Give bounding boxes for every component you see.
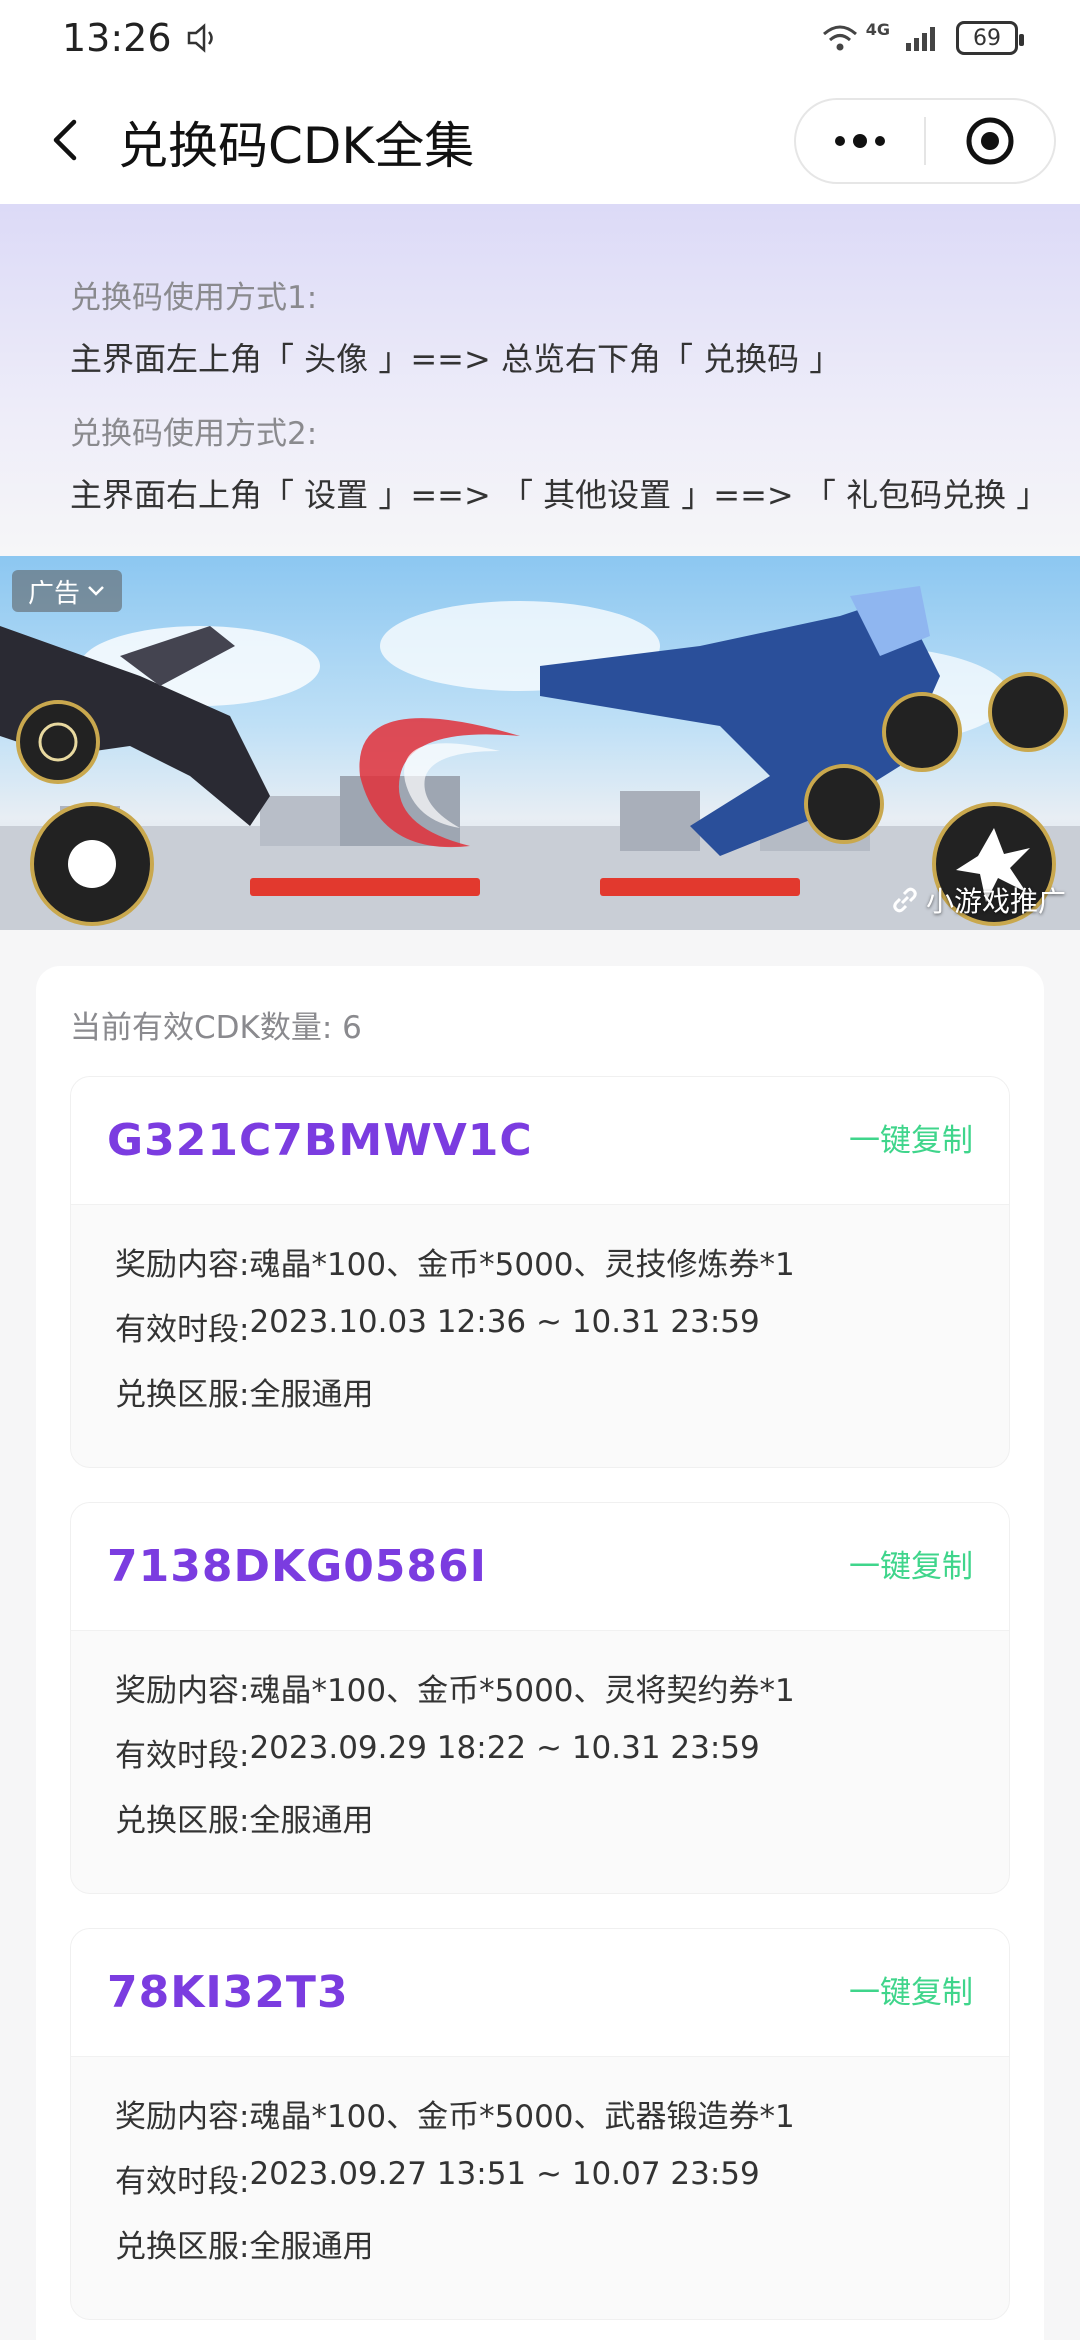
period-row: 有效时段: 2023.09.29 18:22 ~ 10.31 23:59 bbox=[115, 1730, 1009, 1774]
speaker-icon bbox=[187, 23, 213, 53]
status-time: 13:26 bbox=[62, 16, 172, 60]
network-type: 4G bbox=[865, 19, 890, 39]
copy-button[interactable]: 一键复制 bbox=[849, 1115, 973, 1160]
reward-row: 奖励内容: 魂晶*100、金币*5000、武器锻造券*1 bbox=[115, 2091, 1009, 2135]
method2-text: 主界面右上角「 设置 」==> 「 其他设置 」==> 「 礼包码兑换 」 bbox=[70, 476, 1049, 514]
period-key: 有效时段: bbox=[115, 1738, 250, 1774]
server-row: 兑换区服: 全服通用 bbox=[115, 1795, 1009, 1839]
copy-button[interactable]: 一键复制 bbox=[849, 1541, 973, 1586]
cdk-item-body: 奖励内容: 魂晶*100、金币*5000、灵将契约券*1 有效时段: 2023.… bbox=[71, 1631, 1009, 1839]
server-value: 全服通用 bbox=[249, 1803, 374, 1839]
game-ad-image bbox=[0, 586, 1080, 930]
copy-button[interactable]: 一键复制 bbox=[849, 1967, 973, 2012]
ad-tag-label: 广告 bbox=[28, 578, 81, 609]
nav-bar: 兑换码CDK全集 bbox=[0, 76, 1080, 204]
cdk-item-body: 奖励内容: 魂晶*100、金币*5000、武器锻造券*1 有效时段: 2023.… bbox=[71, 2057, 1009, 2265]
chevron-down-icon bbox=[88, 586, 104, 596]
period-key: 有效时段: bbox=[115, 1312, 250, 1348]
server-value: 全服通用 bbox=[249, 1377, 374, 1413]
method1-text: 主界面左上角「 头像 」==> 总览右下角「 兑换码 」 bbox=[70, 340, 842, 378]
server-key: 兑换区服: bbox=[115, 1803, 250, 1839]
ad-tag[interactable]: 广告 bbox=[12, 570, 123, 612]
period-value: 2023.10.03 12:36 ~ 10.31 23:59 bbox=[249, 1304, 760, 1340]
reward-row: 奖励内容: 魂晶*100、金币*5000、灵将契约券*1 bbox=[115, 1665, 1009, 1709]
server-key: 兑换区服: bbox=[115, 1377, 250, 1413]
cdk-item-header: G321C7BMWV1C 一键复制 bbox=[71, 1077, 1009, 1205]
cdk-item-header: 78KI32T3 一键复制 bbox=[71, 1929, 1009, 2057]
page-title: 兑换码CDK全集 bbox=[118, 117, 475, 175]
ad-promo-label: 小游戏推广 bbox=[925, 885, 1066, 918]
ad-banner[interactable]: 广告 小游戏推广 bbox=[0, 556, 1080, 930]
method1-label: 兑换码使用方式1: bbox=[70, 280, 318, 316]
back-button[interactable] bbox=[40, 110, 100, 170]
period-row: 有效时段: 2023.10.03 12:36 ~ 10.31 23:59 bbox=[115, 1304, 1009, 1348]
server-row: 兑换区服: 全服通用 bbox=[115, 1369, 1009, 1413]
period-row: 有效时段: 2023.09.27 13:51 ~ 10.07 23:59 bbox=[115, 2156, 1009, 2200]
cdk-count: 当前有效CDK数量: 6 bbox=[70, 1010, 362, 1046]
reward-key: 奖励内容: bbox=[115, 2099, 250, 2135]
ad-promo: 小游戏推广 bbox=[890, 880, 1066, 920]
reward-value: 魂晶*100、金币*5000、灵技修炼券*1 bbox=[249, 1247, 795, 1283]
period-key: 有效时段: bbox=[115, 2164, 250, 2200]
more-button[interactable] bbox=[796, 100, 924, 182]
reward-value: 魂晶*100、金币*5000、武器锻造券*1 bbox=[249, 2099, 795, 2135]
period-value: 2023.09.27 13:51 ~ 10.07 23:59 bbox=[249, 2156, 760, 2192]
more-dots-icon bbox=[835, 134, 885, 148]
server-key: 兑换区服: bbox=[115, 2229, 250, 2265]
reward-value: 魂晶*100、金币*5000、灵将契约券*1 bbox=[249, 1673, 795, 1709]
usage-guide: 兑换码使用方式1: 主界面左上角「 头像 」==> 总览右下角「 兑换码 」 兑… bbox=[0, 204, 1080, 556]
status-bar: 13:26 4G 69 bbox=[0, 0, 1080, 76]
chevron-left-icon bbox=[53, 119, 77, 161]
link-icon bbox=[893, 887, 917, 913]
battery-icon: 69 bbox=[956, 21, 1024, 55]
reward-key: 奖励内容: bbox=[115, 1673, 250, 1709]
reward-key: 奖励内容: bbox=[115, 1247, 250, 1283]
cdk-item: G321C7BMWV1C 一键复制 奖励内容: 魂晶*100、金币*5000、灵… bbox=[70, 1076, 1010, 1468]
reward-row: 奖励内容: 魂晶*100、金币*5000、灵技修炼券*1 bbox=[115, 1239, 1009, 1283]
target-close-icon bbox=[966, 117, 1014, 165]
cdk-code: G321C7BMWV1C bbox=[107, 1115, 533, 1166]
server-value: 全服通用 bbox=[249, 2229, 374, 2265]
period-value: 2023.09.29 18:22 ~ 10.31 23:59 bbox=[249, 1730, 760, 1766]
close-miniprogram-button[interactable] bbox=[926, 100, 1054, 182]
cdk-item: 78KI32T3 一键复制 奖励内容: 魂晶*100、金币*5000、武器锻造券… bbox=[70, 1928, 1010, 2320]
server-row: 兑换区服: 全服通用 bbox=[115, 2221, 1009, 2265]
cdk-item-body: 奖励内容: 魂晶*100、金币*5000、灵技修炼券*1 有效时段: 2023.… bbox=[71, 1205, 1009, 1413]
cdk-item: 7138DKG0586I 一键复制 奖励内容: 魂晶*100、金币*5000、灵… bbox=[70, 1502, 1010, 1894]
status-left: 13:26 bbox=[62, 16, 220, 60]
battery-level: 69 bbox=[973, 25, 1001, 51]
wifi-icon bbox=[822, 25, 857, 51]
cdk-code: 7138DKG0586I bbox=[107, 1541, 488, 1592]
method2-label: 兑换码使用方式2: bbox=[70, 416, 318, 452]
status-right: 4G 69 bbox=[820, 19, 1024, 55]
signal-icon bbox=[906, 27, 935, 51]
mini-program-capsule bbox=[794, 98, 1056, 184]
cdk-code: 78KI32T3 bbox=[107, 1967, 349, 2018]
cdk-item-header: 7138DKG0586I 一键复制 bbox=[71, 1503, 1009, 1631]
cdk-list-card: 当前有效CDK数量: 6 G321C7BMWV1C 一键复制 奖励内容: 魂晶*… bbox=[36, 966, 1044, 2340]
